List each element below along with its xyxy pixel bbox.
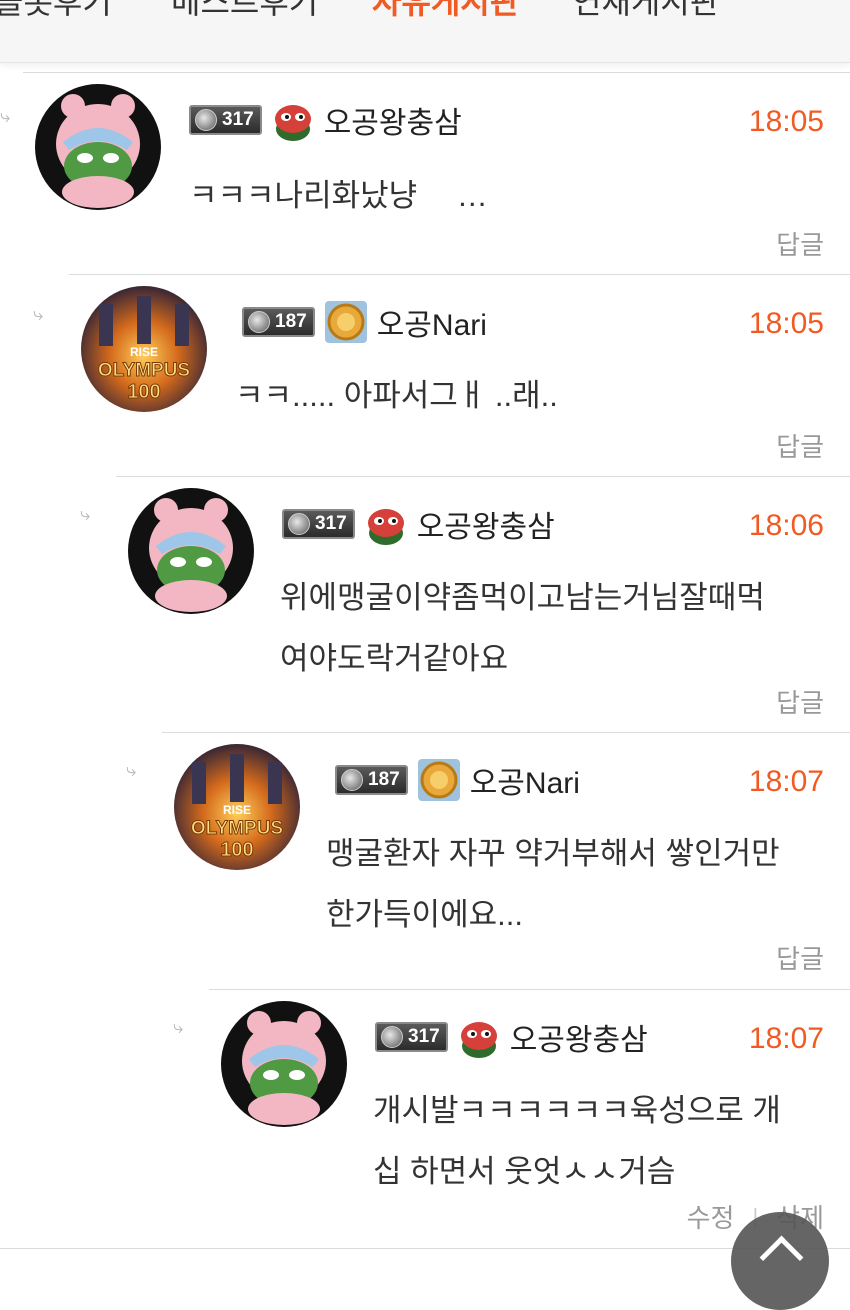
nickname[interactable]: 오공왕충삼 [510, 1015, 648, 1059]
comment-time: 18:06 [748, 509, 824, 542]
level-badge: 187 [335, 765, 408, 795]
pepe-frog-icon [367, 509, 404, 545]
pink-hood-frog-avatar [221, 1001, 347, 1127]
reply-arrow-icon: ⤷ [80, 504, 91, 524]
comment-line: 맹굴환자 자꾸 약거부해서 쌓인거만 [326, 836, 780, 871]
user-badges: 317 오공왕충삼 [282, 502, 555, 546]
user-badges: 317 오공왕충삼 [189, 98, 462, 142]
board-tab-bar: 슬롯후기 베스트후기 자유게시판 연재게시판 [0, 0, 850, 63]
comment-item: ⤷ 317 오공왕충삼 18:06 위에맹굴이약좀먹이고남는거님잘때먹 여야도락… [80, 476, 850, 733]
reply-button[interactable]: 답글 [776, 427, 824, 464]
tab-serial-board[interactable]: 연재게시판 [572, 0, 719, 21]
comment-time: 18:07 [748, 765, 824, 798]
gold-medal-icon [417, 759, 460, 801]
comment-text: 위에맹굴이약좀먹이고남는거님잘때먹 여야도락거같아요 [280, 567, 765, 689]
avatar-text: 100 [127, 381, 160, 403]
avatar[interactable] [35, 84, 161, 210]
reply-arrow-icon: ⤷ [173, 1017, 184, 1037]
scroll-top-button[interactable] [731, 1212, 829, 1310]
avatar[interactable]: RISE OLYMPUS 100 [174, 744, 300, 870]
level-gem-icon [248, 311, 270, 333]
user-badges: 317 오공왕충삼 [375, 1015, 648, 1059]
level-gem-icon [195, 109, 217, 131]
edit-button[interactable]: 수정 [687, 1198, 735, 1235]
tab-free-board[interactable]: 자유게시판 [372, 0, 519, 21]
level-number: 317 [408, 1026, 440, 1047]
comment-text: 개시발ㅋㅋㅋㅋㅋㅋ육성으로 개 십 하면서 웃엇ㅅㅅ거슴 [373, 1080, 781, 1202]
avatar-text: RISE [130, 345, 158, 359]
level-gem-icon [341, 769, 363, 791]
rise-of-olympus-avatar: RISE OLYMPUS 100 [81, 286, 207, 412]
avatar[interactable]: RISE OLYMPUS 100 [81, 286, 207, 412]
avatar[interactable] [221, 1001, 347, 1127]
reply-arrow-icon: ⤷ [126, 760, 137, 780]
level-gem-icon [288, 513, 310, 535]
level-number: 187 [368, 769, 400, 790]
tab-best-reviews[interactable]: 베스트후기 [171, 0, 318, 21]
user-badges: 187 오공Nari [335, 758, 580, 802]
nickname[interactable]: 오공Nari [377, 300, 487, 344]
comment-line: 여야도락거같아요 [280, 641, 509, 676]
nickname[interactable]: 오공왕충삼 [417, 502, 555, 546]
pepe-frog-icon [274, 105, 311, 141]
comment-time: 18:05 [748, 105, 824, 138]
reply-arrow-icon: ⤷ [33, 304, 44, 324]
avatar-text: 100 [220, 839, 253, 861]
pepe-frog-icon [460, 1022, 497, 1058]
comment-item: ⤷ RISE OLYMPUS 100 187 오공Nari [33, 274, 850, 477]
comment-line: 십 하면서 웃엇ㅅㅅ거슴 [373, 1154, 676, 1189]
level-badge: 317 [375, 1022, 448, 1052]
gold-medal-icon [324, 301, 367, 343]
reply-button[interactable]: 답글 [776, 225, 824, 262]
comment-item: ⤷ RISE OLYMPUS 100 187 오공Nari [126, 732, 850, 989]
pink-hood-frog-avatar [35, 84, 161, 210]
user-badges: 187 오공Nari [242, 300, 487, 344]
comment-text: 맹굴환자 자꾸 약거부해서 쌓인거만 한가득이에요... [326, 823, 780, 945]
comment-time: 18:05 [748, 307, 824, 340]
level-number: 317 [222, 109, 254, 130]
level-badge: 187 [242, 307, 315, 337]
avatar-text: OLYMPUS [98, 360, 190, 381]
avatar-text: OLYMPUS [191, 818, 283, 839]
comment-line: ㅋㅋㅋ나리화났냥 … [189, 178, 488, 213]
reply-button[interactable]: 답글 [776, 939, 824, 976]
avatar[interactable] [128, 488, 254, 614]
comment-line: 한가득이에요... [326, 897, 523, 932]
reply-arrow-icon: ⤷ [0, 106, 11, 126]
tab-slot-reviews[interactable]: 슬롯후기 [0, 0, 112, 21]
avatar-text: RISE [223, 803, 251, 817]
nickname[interactable]: 오공Nari [470, 758, 580, 802]
level-badge: 317 [189, 105, 262, 135]
comment-item: ⤷ 317 오공왕충삼 18:05 ㅋㅋㅋ나리화났냥 … 답글 [0, 72, 850, 275]
level-badge: 317 [282, 509, 355, 539]
divider [0, 1248, 850, 1249]
comment-item: ⤷ 317 오공왕충삼 18:07 개시발ㅋㅋㅋㅋㅋㅋ육성으로 개 십 하면서 … [173, 989, 850, 1250]
nickname[interactable]: 오공왕충삼 [324, 98, 462, 142]
comment-text: ㅋㅋ..... 아파서그ㅐ ..래.. [235, 365, 558, 426]
level-number: 317 [315, 513, 347, 534]
comment-line: 위에맹굴이약좀먹이고남는거님잘때먹 [280, 580, 765, 615]
level-gem-icon [381, 1026, 403, 1048]
pink-hood-frog-avatar [128, 488, 254, 614]
level-number: 187 [275, 311, 307, 332]
comment-time: 18:07 [748, 1022, 824, 1055]
comment-line: 개시발ㅋㅋㅋㅋㅋㅋ육성으로 개 [373, 1093, 781, 1128]
reply-button[interactable]: 답글 [776, 683, 824, 720]
comment-text: ㅋㅋㅋ나리화났냥 … [189, 165, 488, 226]
comment-line: ㅋㅋ..... 아파서그ㅐ ..래.. [235, 378, 558, 413]
rise-of-olympus-avatar: RISE OLYMPUS 100 [174, 744, 300, 870]
